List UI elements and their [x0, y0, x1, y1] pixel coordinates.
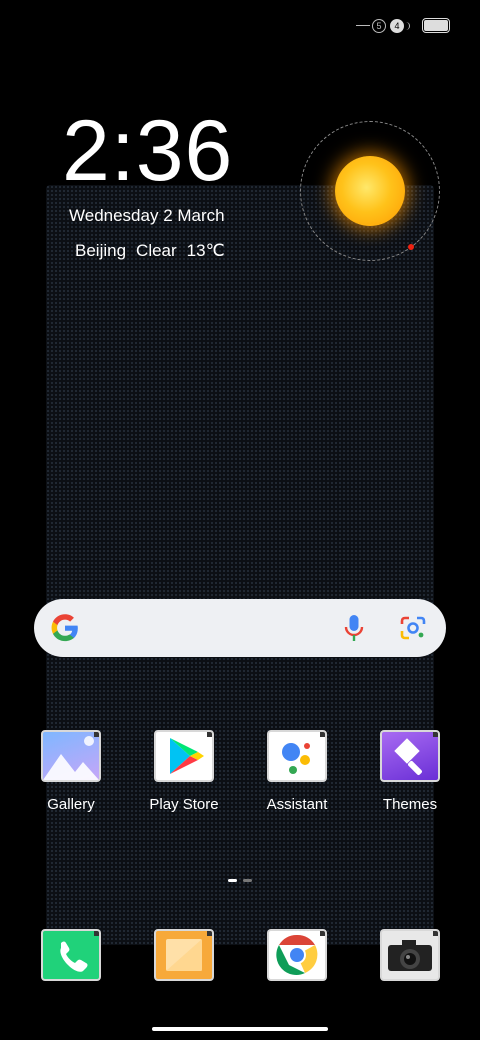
app-label: Themes — [382, 796, 438, 813]
play-store-icon — [154, 730, 214, 782]
page-indicator[interactable] — [228, 879, 252, 882]
app-gallery[interactable]: Gallery — [21, 730, 121, 813]
dock-camera[interactable] — [360, 929, 460, 981]
assistant-icon — [267, 730, 327, 782]
phone-icon — [41, 929, 101, 981]
dock-chrome[interactable] — [247, 929, 347, 981]
google-g-icon[interactable] — [50, 613, 80, 643]
weather-temperature: 13℃ — [186, 241, 225, 260]
sim2-label: 4 — [390, 18, 404, 33]
sim2-indicator: 4 — [390, 18, 410, 33]
app-label: Play Store — [149, 796, 219, 813]
page-dot-2 — [243, 879, 252, 882]
weather-condition: Clear — [136, 241, 177, 260]
app-label: Gallery — [47, 796, 95, 813]
notes-icon — [154, 929, 214, 981]
date-label[interactable]: Wednesday 2 March — [69, 206, 225, 226]
clock-time[interactable]: 2:36 — [62, 108, 233, 194]
app-label: Assistant — [266, 796, 328, 813]
chrome-icon — [267, 929, 327, 981]
gallery-icon — [41, 730, 101, 782]
battery-icon — [422, 18, 450, 33]
status-bar: 5 4 — [356, 18, 450, 33]
page-dot-1 — [228, 879, 237, 882]
sim1-label: 5 — [372, 18, 386, 33]
dock-phone[interactable] — [21, 929, 121, 981]
microphone-icon[interactable] — [342, 613, 366, 643]
app-assistant[interactable]: Assistant — [247, 730, 347, 813]
app-themes[interactable]: Themes — [360, 730, 460, 813]
dock-notes[interactable] — [134, 929, 234, 981]
orbit-marker — [408, 244, 414, 250]
weather-sun-widget[interactable] — [300, 121, 440, 261]
app-play-store[interactable]: Play Store — [134, 730, 234, 813]
gesture-nav-handle[interactable] — [152, 1027, 328, 1031]
wallpaper — [46, 185, 434, 945]
google-lens-icon[interactable] — [399, 615, 427, 641]
weather-city: Beijing — [75, 241, 127, 260]
camera-icon — [380, 929, 440, 981]
themes-icon — [380, 730, 440, 782]
weather-summary[interactable]: Beijing Clear 13℃ — [75, 241, 225, 261]
sun-icon — [335, 156, 405, 226]
sim1-indicator: 5 — [356, 18, 386, 33]
google-search-bar[interactable] — [34, 599, 446, 657]
